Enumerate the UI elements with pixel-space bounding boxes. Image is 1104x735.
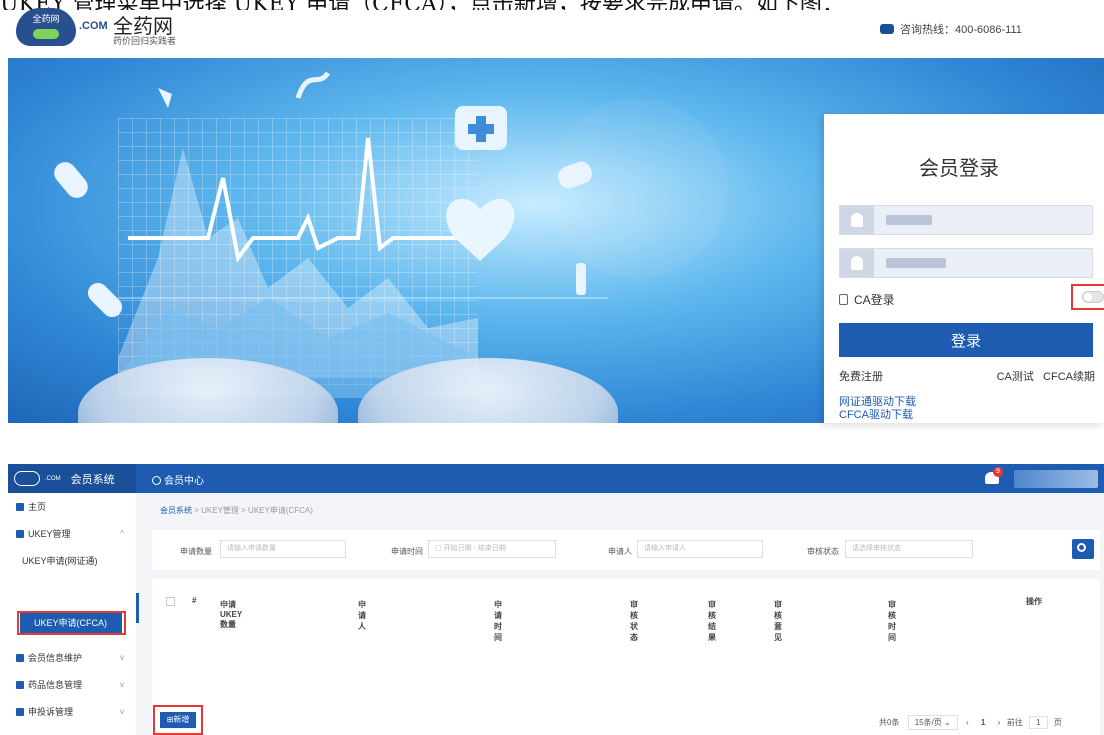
application-table: # 申请UKEY数量 ⇕ 申请人 ⇕ 申请时间 ⇕ 审核状态 ⇕ 审核结果 ⇕ … (152, 579, 1100, 735)
breadcrumb: 会员系统 > UKEY管理 > UKEY申请(CFCA) (160, 506, 313, 515)
site-header: 全药网 .COM 全药网 药价回归实践者 咨询热线：400-6086-111 (0, 8, 1104, 50)
user-menu[interactable] (1014, 470, 1098, 488)
member-system-screenshot: .COM 会员系统 会员中心 9 主页 UKEY管理 ^ UKEY申请(网证通) … (8, 464, 1104, 735)
chevron-down-icon: v (120, 653, 124, 662)
page-unit: 页 (1053, 718, 1062, 727)
home-icon (16, 503, 24, 511)
brand-logo-icon (14, 471, 40, 486)
main-content: 会员系统 > UKEY管理 > UKEY申请(CFCA) 申请数量 请输入申请数… (144, 493, 1104, 735)
login-button[interactable]: 登录 (839, 323, 1093, 357)
sort-icon: ⇕ (774, 599, 781, 608)
chevron-down-icon: v (120, 680, 124, 689)
drug-icon (16, 681, 24, 689)
sidebar-item-home[interactable]: 主页 (8, 497, 136, 517)
breadcrumb-ukey[interactable]: UKEY管理 (201, 506, 239, 515)
qty-label: 申请数量 (180, 547, 212, 556)
next-page-button[interactable]: › (998, 718, 1001, 727)
date-range-input[interactable]: ▢ 开始日期 - 结束日期 (428, 540, 556, 558)
password-value-redacted (886, 258, 946, 268)
total-count: 共0条 (879, 718, 900, 727)
login-panel: 会员登录 CA登录 登录 免费注册 CA测试 CFCA续期 网证通驱动下载 CF… (824, 114, 1104, 423)
pagination: 共0条 15条/页 ⌄ ‹ 1 › 前往 1 页 (879, 715, 1062, 730)
wzt-driver-link[interactable]: 网证通驱动下载 (839, 396, 916, 409)
table-header: # 申请UKEY数量 ⇕ 申请人 ⇕ 申请时间 ⇕ 审核状态 ⇕ 审核结果 ⇕ … (152, 593, 1100, 642)
sidebar: 主页 UKEY管理 ^ UKEY申请(网证通) UKEY申请(CFCA) 会员信息… (8, 493, 139, 735)
chevron-up-icon: ^ (120, 529, 124, 538)
ca-test-link[interactable]: CA测试 (997, 371, 1034, 383)
chevron-down-icon: v (120, 707, 124, 716)
sort-icon: ⇕ (888, 599, 895, 608)
sort-icon: ⇕ (630, 599, 637, 608)
col-index: # (192, 596, 197, 605)
login-title: 会员登录 (919, 158, 999, 180)
sort-icon: ⇕ (220, 599, 227, 608)
phone-icon (880, 24, 894, 34)
sort-icon: ⇕ (358, 599, 365, 608)
sidebar-item-ukey[interactable]: UKEY管理 ^ (8, 524, 136, 544)
cfca-renew-link[interactable]: CFCA续期 (1043, 371, 1095, 383)
breadcrumb-root[interactable]: 会员系统 (160, 506, 192, 515)
cfca-driver-link[interactable]: CFCA驱动下载 (839, 409, 916, 422)
password-field[interactable] (839, 248, 1093, 278)
sidebar-item-ukey-wzt[interactable]: UKEY申请(网证通) (8, 551, 136, 571)
top-navbar: .COM 会员系统 会员中心 9 (8, 464, 1104, 493)
status-label: 审核状态 (807, 547, 839, 556)
lock-icon (840, 249, 874, 277)
toggle-switch-icon (1082, 291, 1104, 303)
ca-lock-icon (839, 294, 848, 305)
system-brand: .COM 会员系统 (8, 464, 136, 493)
search-icon (1077, 543, 1086, 552)
goto-label: 前往 (1006, 718, 1023, 727)
user-icon (840, 206, 874, 234)
key-icon (16, 530, 24, 538)
sidebar-item-drug-info[interactable]: 药品信息管理 v (8, 675, 136, 695)
sort-icon: ⇕ (708, 599, 715, 608)
sidebar-item-member-info[interactable]: 会员信息维护 v (8, 648, 136, 668)
register-link[interactable]: 免费注册 (839, 371, 883, 383)
user-circle-icon (152, 476, 161, 485)
col-actions: 操作 (1026, 597, 1042, 606)
highlight-box-cfca (17, 611, 126, 635)
org-icon (16, 654, 24, 662)
complaint-icon (16, 708, 24, 716)
applicant-input[interactable]: 请输入申请人 (637, 540, 763, 558)
filter-bar: 申请数量 请输入申请数量 申请时间 ▢ 开始日期 - 结束日期 申请人 请输入申… (152, 530, 1100, 570)
logo-domain: .COM (79, 20, 108, 32)
search-button[interactable] (1072, 539, 1094, 559)
current-page[interactable]: 1 (981, 718, 985, 727)
driver-downloads: 网证通驱动下载 CFCA驱动下载 (839, 396, 916, 422)
qty-input[interactable]: 请输入申请数量 (220, 540, 346, 558)
username-value-redacted (886, 215, 932, 225)
site-logo[interactable]: 全药网 (16, 8, 76, 46)
new-button[interactable]: ⊞新增 (160, 712, 196, 728)
hotline: 咨询热线：400-6086-111 (880, 21, 1022, 37)
ca-login-row: CA登录 (839, 284, 1104, 310)
prev-page-button[interactable]: ‹ (966, 718, 969, 727)
breadcrumb-current: UKEY申请(CFCA) (248, 506, 313, 515)
site-slogan: 药价回归实践者 (113, 36, 177, 46)
goto-page-input[interactable]: 1 (1029, 716, 1048, 729)
page-size-select[interactable]: 15条/页 ⌄ (907, 715, 958, 730)
sidebar-collapse-handle[interactable] (136, 593, 139, 623)
time-label: 申请时间 (391, 547, 423, 556)
select-all-checkbox[interactable] (166, 597, 175, 606)
status-select[interactable]: 请选择审核状态 (845, 540, 973, 558)
logo-pill-icon (33, 29, 59, 39)
username-field[interactable] (839, 205, 1093, 235)
calendar-icon: ▢ (435, 545, 442, 552)
notification-badge: 9 (993, 467, 1003, 477)
member-center-tab[interactable]: 会员中心 (152, 472, 204, 487)
applicant-label: 申请人 (608, 547, 632, 556)
brand-domain: .COM (45, 475, 61, 482)
sort-icon: ⇕ (494, 599, 501, 608)
login-links: 免费注册 CA测试 CFCA续期 (839, 368, 1095, 384)
ca-login-toggle[interactable] (1071, 284, 1104, 310)
sidebar-item-complaint[interactable]: 申投诉管理 v (8, 702, 136, 722)
